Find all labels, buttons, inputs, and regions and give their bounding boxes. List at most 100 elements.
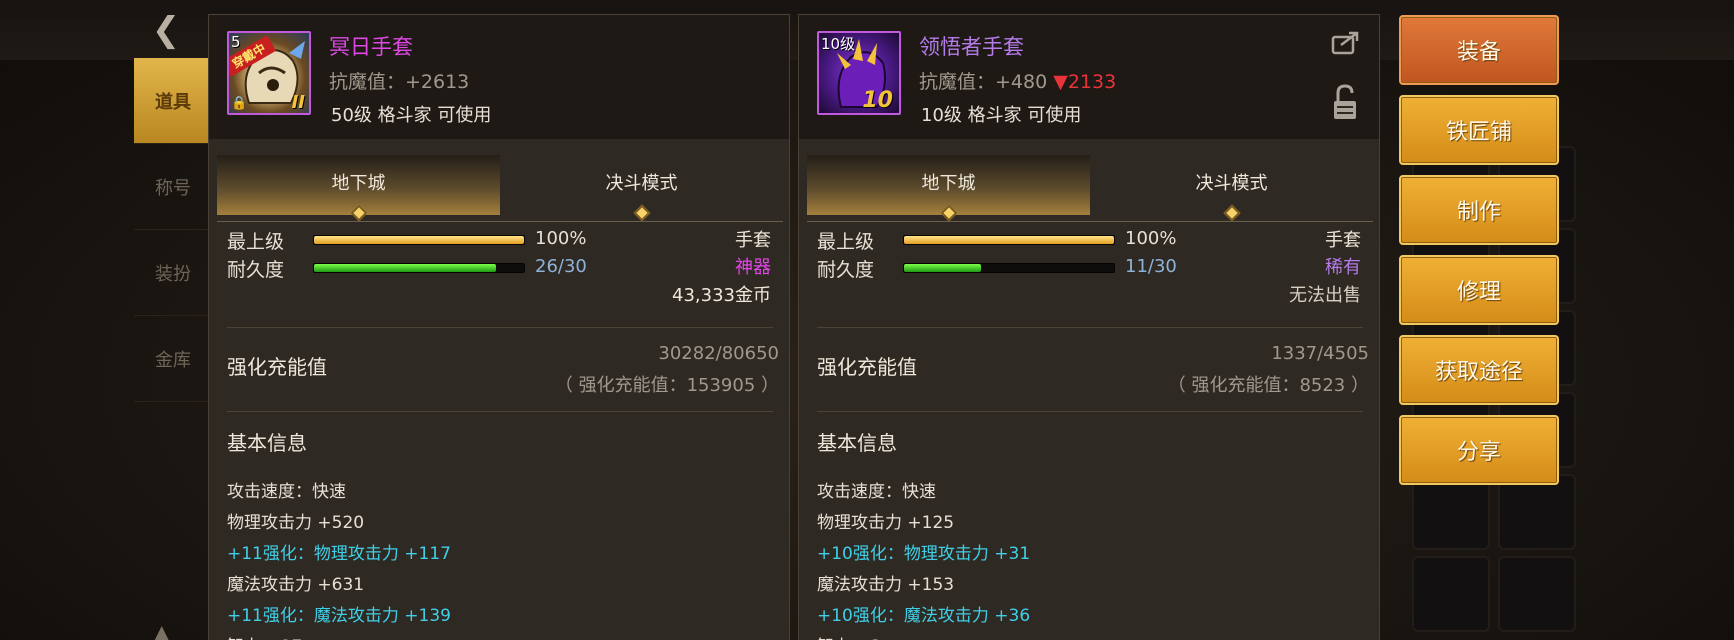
item-slot-type: 手套 (1325, 230, 1361, 251)
unlock-icon[interactable] (1331, 83, 1359, 123)
max-level-value: 100% (535, 228, 587, 249)
stat-decrease: ▼2133 (1053, 71, 1117, 93)
tabs-divider (217, 221, 783, 222)
item-name: 冥日手套 (329, 35, 413, 59)
item-magic-resist-value: 抗魔值：+480 (919, 71, 1054, 93)
max-level-label: 最上级 (817, 231, 875, 253)
info-line: 物理攻击力 +125 (817, 513, 955, 533)
share-button[interactable]: 分享 (1399, 415, 1559, 485)
durability-value: 26/30 (535, 256, 587, 277)
item-header: 5 穿戴中 🔒 II 冥日手套 抗魔值：+2613 50级 格斗家 可使用 (209, 15, 789, 139)
item-icon-grade: 10 (862, 88, 893, 113)
acquire-source-button[interactable]: 获取途径 (1399, 335, 1559, 405)
durability-bar (903, 263, 1115, 273)
item-requirement: 10级 格斗家 可使用 (921, 105, 1082, 126)
item-magic-resist: 抗魔值：+2613 (329, 71, 470, 93)
info-line: 智力 +3 (817, 632, 881, 640)
mode-tabs: 地下城 决斗模式 (217, 155, 783, 222)
durability-bar-fill (904, 264, 982, 272)
inventory-slot[interactable] (1412, 474, 1490, 550)
diamond-icon (350, 204, 367, 222)
durability-value: 11/30 (1125, 256, 1177, 277)
craft-button[interactable]: 制作 (1399, 175, 1559, 245)
info-line: 攻击速度：快速 (227, 482, 346, 502)
durability-label: 耐久度 (817, 259, 875, 281)
tab-pvp[interactable]: 决斗模式 (1090, 155, 1373, 222)
tab-dungeon[interactable]: 地下城 (217, 155, 500, 222)
side-tab-items[interactable]: 道具 (134, 58, 212, 144)
item-header: 10级 10 领悟者手套 抗魔值：+480 ▼2133 10级 格斗家 可使用 (799, 15, 1379, 139)
enhance-charge-total: （ 强化充能值：8523 ） (1167, 375, 1369, 396)
side-tab-avatar[interactable]: 装扮 (134, 230, 212, 316)
side-tab-vault[interactable]: 金库 (134, 316, 212, 402)
durability-bar (313, 263, 525, 273)
repair-button[interactable]: 修理 (1399, 255, 1559, 325)
item-icon-level: 10级 (821, 35, 856, 53)
basic-info-label: 基本信息 (227, 431, 307, 455)
side-tab-titles[interactable]: 称号 (134, 144, 212, 230)
scroll-up-arrow-icon[interactable]: ▲ (154, 620, 169, 640)
tab-pvp-label: 决斗模式 (1195, 173, 1268, 194)
enhance-charge-progress: 1337/4505 (1271, 343, 1369, 364)
max-level-bar-fill (904, 236, 1114, 244)
blacksmith-button[interactable]: 铁匠铺 (1399, 95, 1559, 165)
diamond-icon (633, 204, 650, 222)
info-line-enhance: +11强化：物理攻击力 +117 (227, 544, 451, 564)
inventory-slot[interactable] (1498, 474, 1576, 550)
tab-pvp[interactable]: 决斗模式 (500, 155, 783, 222)
info-line-enhance: +11强化：魔法攻击力 +139 (227, 606, 451, 626)
lock-small-icon: 🔒 (231, 96, 248, 111)
item-icon: 5 穿戴中 🔒 II (227, 31, 311, 115)
item-price: 43,333金币 (672, 285, 771, 306)
mode-tabs: 地下城 决斗模式 (807, 155, 1373, 222)
tab-dungeon-label: 地下城 (331, 173, 386, 194)
divider (227, 327, 773, 328)
compare-item-panel: 10级 10 领悟者手套 抗魔值：+480 ▼2133 10级 格斗家 可使用 (798, 14, 1380, 640)
inventory-slot[interactable] (1412, 556, 1490, 632)
enhance-charge-label: 强化充能值 (227, 355, 327, 379)
item-icon-level: 5 (231, 33, 241, 51)
divider (227, 411, 773, 412)
equipped-item-panel: 5 穿戴中 🔒 II 冥日手套 抗魔值：+2613 50级 格斗家 可使用 地下… (208, 14, 790, 640)
item-requirement: 50级 格斗家 可使用 (331, 105, 492, 126)
enhance-charge-total: （ 强化充能值：153905 ） (554, 375, 779, 396)
max-level-bar-fill (314, 236, 524, 244)
max-level-label: 最上级 (227, 231, 285, 253)
item-rarity: 稀有 (1325, 257, 1361, 278)
info-line: 攻击速度：快速 (817, 482, 936, 502)
max-level-bar (903, 235, 1115, 245)
inventory-slot[interactable] (1498, 556, 1576, 632)
tab-dungeon-label: 地下城 (921, 173, 976, 194)
tab-pvp-label: 决斗模式 (605, 173, 678, 194)
diamond-icon (1223, 204, 1240, 222)
info-line: 智力 +27 (227, 632, 302, 640)
info-line: 物理攻击力 +520 (227, 513, 365, 533)
item-icon: 10级 10 (817, 31, 901, 115)
inventory-side-tabs: 道具 称号 装扮 金库 (134, 58, 212, 402)
game-screen: ❮ 道具 称号 装扮 金库 ▲ 5 穿戴中 🔒 II 冥日手套 抗魔值：+261… (0, 0, 1734, 640)
share-icon[interactable] (1331, 29, 1361, 55)
info-line: 魔法攻击力 +631 (227, 575, 365, 595)
max-level-bar (313, 235, 525, 245)
divider (817, 411, 1363, 412)
durability-label: 耐久度 (227, 259, 285, 281)
basic-info-label: 基本信息 (817, 431, 897, 455)
item-rarity: 神器 (735, 257, 771, 278)
tabs-divider (807, 221, 1373, 222)
back-arrow-icon[interactable]: ❮ (146, 10, 186, 50)
info-line: 魔法攻击力 +153 (817, 575, 955, 595)
max-level-value: 100% (1125, 228, 1177, 249)
item-sell-note: 无法出售 (1289, 285, 1361, 306)
item-magic-resist: 抗魔值：+480 ▼2133 (919, 67, 1116, 94)
equip-button[interactable]: 装备 (1399, 15, 1559, 85)
tab-dungeon[interactable]: 地下城 (807, 155, 1090, 222)
info-line-enhance: +10强化：魔法攻击力 +36 (817, 606, 1031, 626)
enhance-charge-label: 强化充能值 (817, 355, 917, 379)
item-slot-type: 手套 (735, 230, 771, 251)
enhance-charge-progress: 30282/80650 (658, 343, 779, 364)
item-icon-grade: II (291, 92, 305, 113)
durability-bar-fill (314, 264, 497, 272)
divider (817, 327, 1363, 328)
item-name: 领悟者手套 (919, 35, 1024, 59)
diamond-icon (940, 204, 957, 222)
